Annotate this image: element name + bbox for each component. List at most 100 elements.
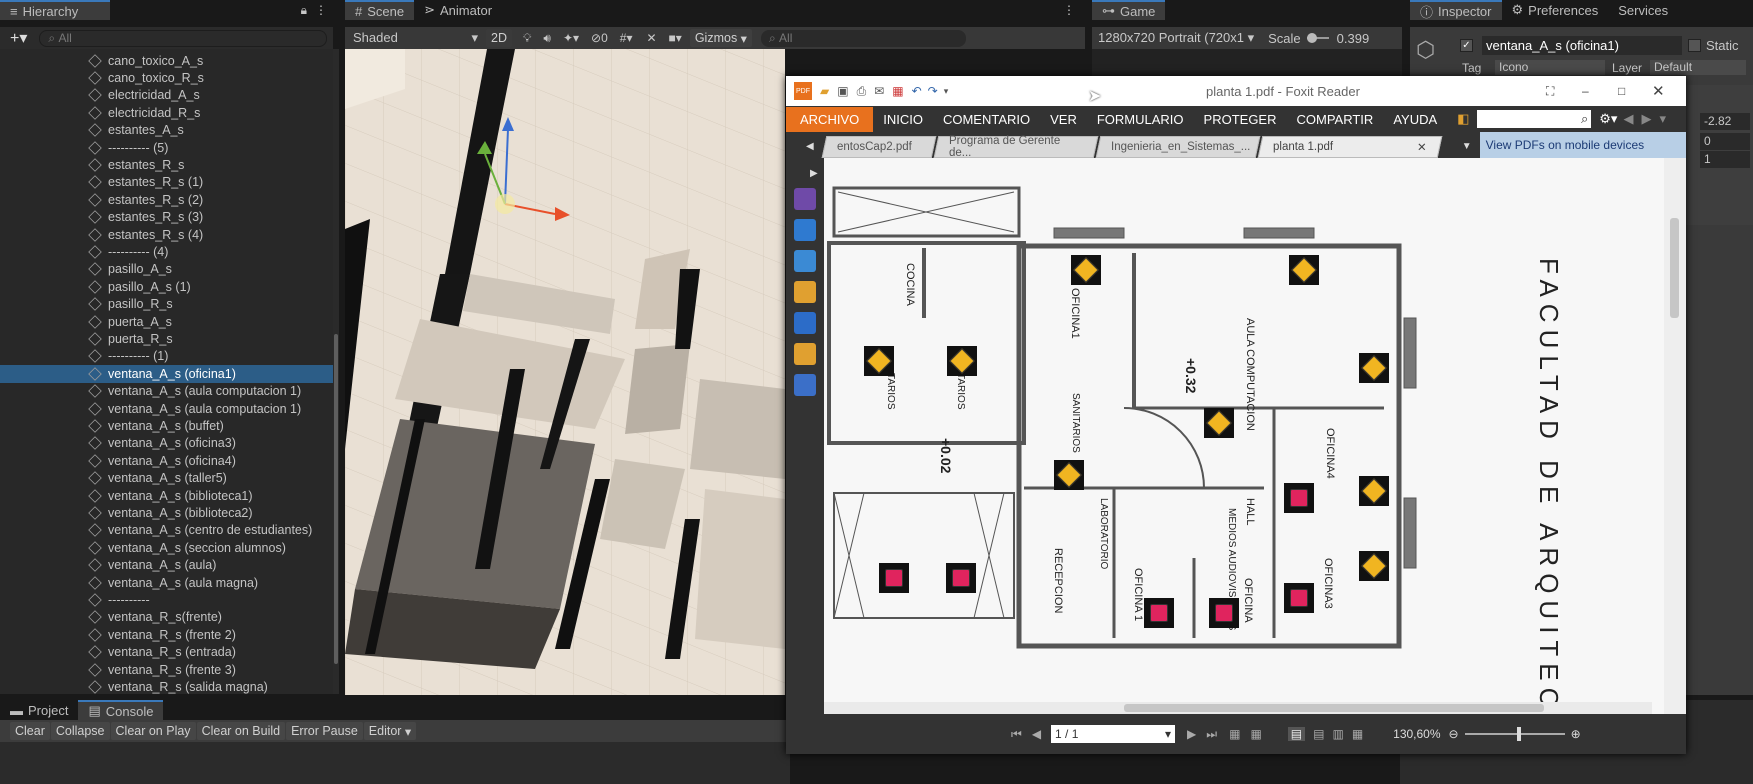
hierarchy-item[interactable]: ventana_A_s (biblioteca1) xyxy=(0,487,333,504)
clear-on-play-button[interactable]: Clear on Play xyxy=(110,722,196,740)
undo-icon[interactable]: ↶ xyxy=(912,84,922,98)
scale-y-field[interactable]: 0 xyxy=(1700,133,1750,150)
comments-icon[interactable] xyxy=(794,281,816,303)
hierarchy-item[interactable]: estantes_R_s xyxy=(0,156,333,173)
pdf-page[interactable]: COCINA OFICINA1 AULA COMPUTACION +0.32 +… xyxy=(824,158,1664,714)
tab-animator[interactable]: ⋗ Animator xyxy=(414,0,502,20)
prev-page-icon[interactable]: ◀ xyxy=(1032,727,1041,741)
hierarchy-item[interactable]: ventana_A_s (aula computacion 1) xyxy=(0,400,333,417)
hand-icon[interactable]: ▦ xyxy=(1250,727,1261,741)
audio-icon[interactable]: 🔊︎ xyxy=(543,31,551,46)
tab-services[interactable]: Services xyxy=(1608,0,1678,20)
tab-inspector[interactable]: ⓘ Inspector xyxy=(1410,0,1502,20)
menu-archivo[interactable]: ARCHIVO xyxy=(786,106,874,132)
hierarchy-item[interactable]: electricidad_A_s xyxy=(0,87,333,104)
open-icon[interactable]: ▰ xyxy=(820,84,829,98)
zoom-out-icon[interactable]: ⊖ xyxy=(1449,727,1459,741)
camera-icon[interactable]: ■▾ xyxy=(669,31,682,45)
tab-project[interactable]: ▬ Project xyxy=(0,700,78,720)
last-page-icon[interactable]: ⏭ xyxy=(1206,727,1217,742)
active-checkbox[interactable]: ✓ xyxy=(1460,39,1473,52)
2d-toggle[interactable]: 2D xyxy=(486,29,512,47)
hierarchy-item[interactable]: ventana_A_s (oficina3) xyxy=(0,435,333,452)
hierarchy-item[interactable]: estantes_R_s (4) xyxy=(0,226,333,243)
hierarchy-item[interactable]: pasillo_R_s xyxy=(0,296,333,313)
tab-preferences[interactable]: ⚙ Preferences xyxy=(1502,0,1609,20)
tabs-scroll-left-icon[interactable]: ◀ xyxy=(806,141,814,152)
close-icon[interactable]: ✕ xyxy=(1652,82,1665,100)
clear-button[interactable]: Clear xyxy=(10,722,50,740)
tag-dropdown[interactable]: Icono xyxy=(1495,60,1605,75)
hierarchy-item[interactable]: pasillo_A_s xyxy=(0,261,333,278)
redo-icon[interactable]: ↷ xyxy=(928,84,938,98)
hierarchy-item[interactable]: ventana_A_s (oficina1) xyxy=(0,365,333,383)
tabs-dropdown-icon[interactable]: ▼ xyxy=(1462,141,1472,152)
hierarchy-item[interactable]: estantes_A_s xyxy=(0,122,333,139)
lighting-icon[interactable]: 💡︎ xyxy=(523,31,531,46)
static-checkbox[interactable] xyxy=(1688,39,1701,52)
next-arrow-icon[interactable]: ▶ xyxy=(1641,111,1651,127)
menu-proteger[interactable]: PROTEGER xyxy=(1204,112,1277,127)
email-icon[interactable]: ✉ xyxy=(874,84,884,98)
menu-formulario[interactable]: FORMULARIO xyxy=(1097,112,1184,127)
collapse-button[interactable]: Collapse xyxy=(50,722,110,740)
continuous-icon[interactable]: ▤ xyxy=(1313,727,1324,741)
facing-icon[interactable]: ▥ xyxy=(1332,727,1343,741)
expand-panel-icon[interactable]: ▶ xyxy=(810,168,824,179)
doc-tab-1[interactable]: entosCap2.pdf xyxy=(821,136,937,158)
hierarchy-item[interactable]: estantes_R_s (1) xyxy=(0,174,333,191)
settings-gear-icon[interactable]: ⚙▾ xyxy=(1599,111,1617,127)
tab-game[interactable]: ⊶ Game xyxy=(1092,0,1166,20)
lightbulb-icon[interactable]: ◧ xyxy=(1457,111,1469,127)
hierarchy-item[interactable]: ventana_A_s (aula computacion 1) xyxy=(0,383,333,400)
minimize-icon[interactable]: – xyxy=(1582,84,1589,98)
hierarchy-item[interactable]: cano_toxico_A_s xyxy=(0,52,333,69)
hierarchy-item[interactable]: electricidad_R_s xyxy=(0,104,333,121)
resolution-dropdown[interactable]: 1280x720 Portrait (720x1 ▾ xyxy=(1098,30,1254,46)
hierarchy-item[interactable]: cano_toxico_R_s xyxy=(0,69,333,86)
scale-z-field[interactable]: 1 xyxy=(1700,151,1750,168)
gizmos-dropdown[interactable]: Gizmos ▾ xyxy=(689,29,752,47)
layer-dropdown[interactable]: Default xyxy=(1650,60,1746,75)
fullscreen-icon[interactable]: ⛶ xyxy=(1546,84,1554,99)
editor-dropdown[interactable]: Editor ▾ xyxy=(363,722,417,740)
grid-snap-icon[interactable]: #▾ xyxy=(620,31,633,45)
customize-icon[interactable]: ▾ xyxy=(944,86,949,97)
more-menu-icon[interactable]: ⋮ xyxy=(315,3,327,17)
hierarchy-item[interactable]: ventana_A_s (seccion alumnos) xyxy=(0,539,333,556)
pdf-horizontal-scrollbar[interactable] xyxy=(824,702,1652,714)
lock-icon[interactable]: 🔒︎ xyxy=(301,3,307,18)
lock-icon[interactable] xyxy=(794,343,816,365)
tab-scene[interactable]: # Scene xyxy=(345,0,415,20)
menu-inicio[interactable]: INICIO xyxy=(883,112,923,127)
tab-hierarchy[interactable]: ≡ Hierarchy xyxy=(0,0,110,20)
hierarchy-item[interactable]: puerta_A_s xyxy=(0,313,333,330)
page-number-field[interactable]: 1 / 1 ▾ xyxy=(1051,725,1176,743)
hierarchy-item[interactable]: ---------- xyxy=(0,591,333,608)
hierarchy-item[interactable]: puerta_R_s xyxy=(0,330,333,347)
hierarchy-item[interactable]: ---------- (4) xyxy=(0,243,333,260)
hierarchy-item[interactable]: ventana_A_s (taller5) xyxy=(0,470,333,487)
menu-comentario[interactable]: COMENTARIO xyxy=(943,112,1030,127)
layers-icon[interactable] xyxy=(794,250,816,272)
more-menu-icon[interactable]: ⋮ xyxy=(1063,3,1075,17)
zoom-level[interactable]: 130,60% xyxy=(1393,727,1440,741)
hierarchy-item[interactable]: ventana_A_s (biblioteca2) xyxy=(0,504,333,521)
hierarchy-item[interactable]: ventana_A_s (oficina4) xyxy=(0,452,333,469)
menu-ayuda[interactable]: AYUDA xyxy=(1393,112,1437,127)
doc-tab-3[interactable]: Ingenieria_en_Sistemas_... xyxy=(1095,136,1261,158)
hierarchy-item[interactable]: ventana_A_s (aula magna) xyxy=(0,574,333,591)
maximize-icon[interactable]: □ xyxy=(1618,84,1625,98)
zoom-slider[interactable] xyxy=(1464,727,1565,741)
scene-search[interactable]: ⌕ All xyxy=(760,29,966,47)
close-icon[interactable]: ✕ xyxy=(1417,140,1427,154)
position-z-field[interactable]: -2.82 xyxy=(1700,113,1750,130)
pages-icon[interactable] xyxy=(794,219,816,241)
tab-console[interactable]: ▤ Console xyxy=(78,700,164,720)
visibility-icon[interactable]: ⊘0 xyxy=(591,31,608,45)
hierarchy-item[interactable]: ventana_R_s (frente 2) xyxy=(0,626,333,643)
doc-tab-2[interactable]: Programa de Gerente de... xyxy=(933,135,1099,159)
hierarchy-item[interactable]: estantes_R_s (3) xyxy=(0,209,333,226)
hierarchy-item[interactable]: ---------- (1) xyxy=(0,348,333,365)
pdf-vertical-scrollbar[interactable] xyxy=(1664,158,1686,714)
